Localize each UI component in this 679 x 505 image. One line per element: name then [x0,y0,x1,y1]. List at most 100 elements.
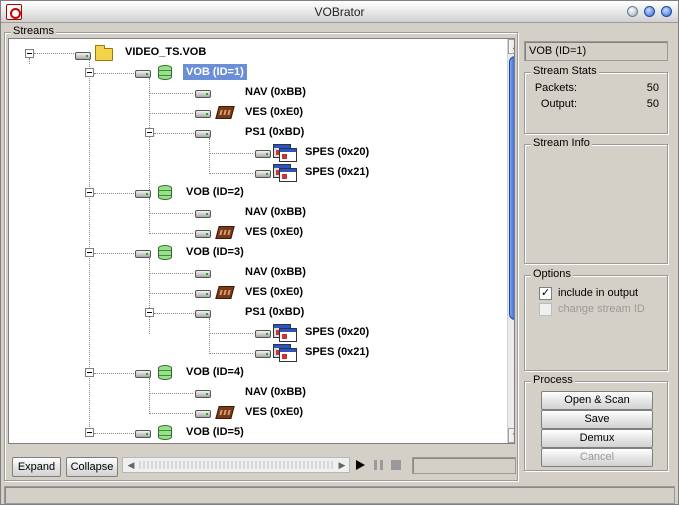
drive-icon [135,370,151,378]
tree-line [149,233,193,234]
collapse-toggle[interactable] [145,308,154,317]
tree-node-spes[interactable]: SPES (0x20) [209,144,409,162]
stream-tree[interactable]: VIDEO_TS.VOB VOB (ID=1) NAV (0xBB) VES (… [8,38,515,444]
slider-track[interactable] [139,461,335,469]
tree-node-ps1[interactable]: PS1 (0xBD) [129,124,349,142]
tree-node-vob[interactable]: VOB (ID=2) [69,184,269,202]
tree-node-ves[interactable]: VES (0xE0) [149,104,349,122]
collapse-toggle[interactable] [145,128,154,137]
tree-node-label: SPES (0x21) [305,166,370,178]
drive-icon [195,270,211,278]
collapse-toggle[interactable] [85,188,94,197]
tree-node-nav[interactable]: NAV (0xBB) [149,204,349,222]
tree-line [94,73,138,74]
scroll-up-icon[interactable]: ▲ [508,39,514,54]
drive-icon [135,70,151,78]
tree-node-label: PS1 (0xBD) [245,306,305,318]
tree-node-label: NAV (0xBB) [245,386,306,398]
include-in-output-checkbox[interactable] [539,286,552,300]
tree-node-root[interactable]: VIDEO_TS.VOB [9,44,309,62]
drive-icon [135,190,151,198]
drive-icon [135,430,151,438]
tree-node-ves[interactable]: VES (0xE0) [149,404,349,422]
collapse-button[interactable]: Collapse [66,457,118,477]
tree-node-nav[interactable]: NAV (0xBB) [149,264,349,282]
open-scan-button[interactable]: Open & Scan [541,391,653,410]
tree-node-ves[interactable]: VES (0xE0) [149,284,349,302]
maximize-icon[interactable] [644,6,655,17]
tree-line [149,113,193,114]
tree-node-label: VIDEO_TS.VOB [125,46,207,58]
title-bar[interactable]: VOBrator [1,1,678,23]
tree-node-spes[interactable]: SPES (0x20) [209,324,409,342]
output-label: Output: [540,98,577,110]
collapse-toggle[interactable] [85,248,94,257]
tree-node-label: VOB (ID=5) [186,426,244,438]
slider-left-icon[interactable]: ◀ [124,458,138,472]
options-label: Options [531,268,573,280]
subtitle-icon [279,148,297,162]
tree-vertical-scrollbar[interactable]: ▲ ▼ [507,39,514,443]
tree-node-spes[interactable]: SPES (0x21) [209,164,409,182]
tree-node-label: VOB (ID=4) [186,366,244,378]
tree-line [149,413,193,414]
window-title: VOBrator [314,5,365,19]
tree-node-label: VES (0xE0) [245,226,304,238]
options-group: Options include in output change stream … [524,268,668,371]
save-button[interactable]: Save [541,410,653,429]
demux-button[interactable]: Demux [541,429,653,448]
tree-node-label: VES (0xE0) [245,406,304,418]
close-icon[interactable] [661,6,672,17]
tree-node-label: NAV (0xBB) [245,266,306,278]
tree-line [154,133,198,134]
tree-node-ps1[interactable]: PS1 (0xBD) [129,304,349,322]
tree-node-label: SPES (0x20) [305,326,370,338]
tree-node-label: NAV (0xBB) [245,206,306,218]
tree-line [94,373,138,374]
collapse-toggle[interactable] [85,68,94,77]
position-slider[interactable]: ◀ ▶ [122,457,350,473]
expand-button[interactable]: Expand [12,457,61,477]
process-label: Process [531,374,575,386]
scroll-down-icon[interactable]: ▼ [508,428,514,443]
database-icon [158,365,172,380]
tree-node-ves[interactable]: VES (0xE0) [149,224,349,242]
include-in-output-label[interactable]: include in output [558,287,638,299]
collapse-toggle[interactable] [85,428,94,437]
pause-icon[interactable] [374,460,383,470]
stop-icon[interactable] [391,460,401,470]
tree-node-vob[interactable]: VOB (ID=3) [69,244,269,262]
tree-line [94,253,138,254]
slider-right-icon[interactable]: ▶ [335,458,349,472]
stream-info-group: Stream Info [524,137,668,264]
drive-icon [195,310,211,318]
tree-node-nav[interactable]: NAV (0xBB) [149,384,349,402]
collapse-toggle[interactable] [25,49,34,58]
drive-icon [195,390,211,398]
tree-line [209,333,253,334]
database-icon [158,185,172,200]
cancel-button: Cancel [541,448,653,467]
stream-info-label: Stream Info [531,137,592,149]
tree-node-vob[interactable]: VOB (ID=1) [69,64,269,82]
scroll-thumb[interactable] [509,56,514,320]
folder-icon [95,45,113,61]
drive-icon [195,130,211,138]
database-icon [158,425,172,440]
drive-icon [255,350,271,358]
drive-icon [195,230,211,238]
tree-node-nav[interactable]: NAV (0xBB) [149,84,349,102]
tree-node-label: SPES (0x21) [305,346,370,358]
tree-node-spes[interactable]: SPES (0x21) [209,344,409,362]
play-icon[interactable] [356,460,365,470]
tree-node-label: PS1 (0xBD) [245,126,305,138]
tree-node-label: NAV (0xBB) [245,86,306,98]
tree-node-label: SPES (0x20) [305,146,370,158]
tree-node-vob[interactable]: VOB (ID=5) [69,424,269,442]
tree-node-vob[interactable]: VOB (ID=4) [69,364,269,382]
tree-node-label: VOB (ID=1) [183,64,247,80]
main-window: VOBrator Streams VIDEO_TS.VOB VOB (ID=1)… [0,0,679,505]
collapse-toggle[interactable] [85,368,94,377]
tree-line [94,433,138,434]
minimize-icon[interactable] [627,6,638,17]
